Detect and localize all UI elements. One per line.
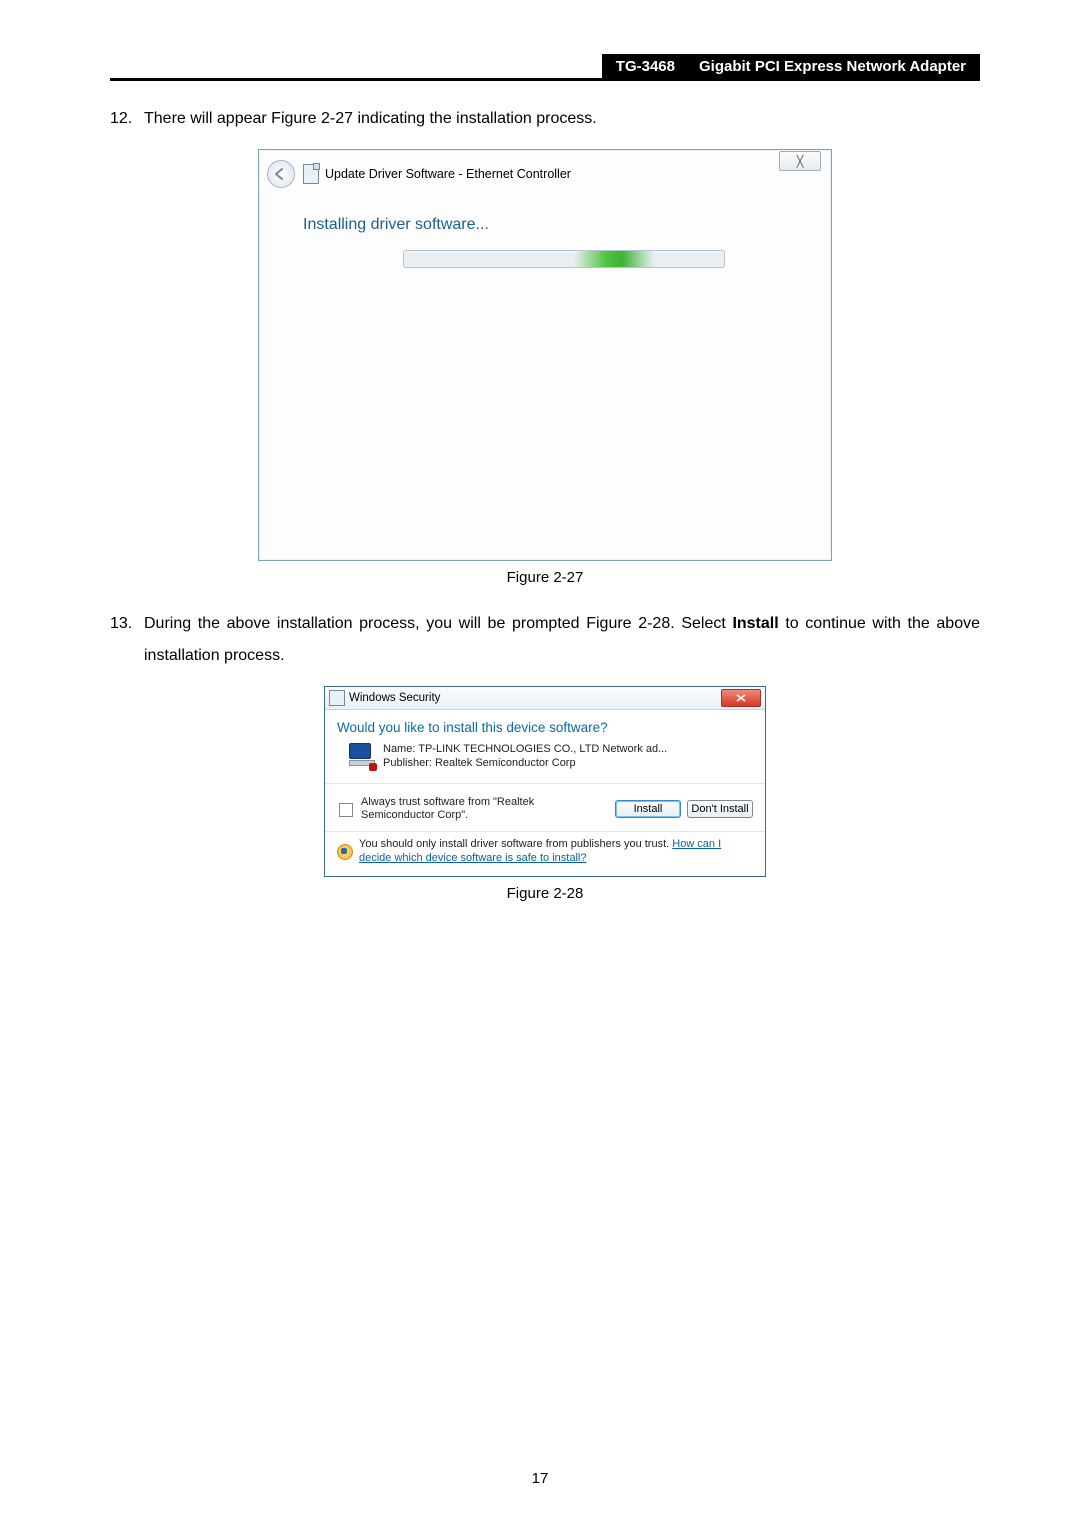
shield-icon [337, 844, 353, 860]
always-trust-checkbox[interactable] [339, 803, 353, 817]
step-number: 13. [110, 608, 144, 672]
device-name: Name: TP-LINK TECHNOLOGIES CO., LTD Netw… [383, 743, 667, 757]
header-model: TG-3468 [602, 54, 689, 78]
dialog-titlebar: Windows Security [325, 687, 765, 710]
device-publisher: Publisher: Realtek Semiconductor Corp [383, 757, 667, 771]
dialog-title: Update Driver Software - Ethernet Contro… [325, 167, 779, 181]
figure-caption-27: Figure 2-27 [110, 569, 980, 586]
security-footer-text: You should only install driver software … [359, 838, 753, 866]
step-text: During the above installation process, y… [144, 608, 980, 672]
step-12: 12. There will appear Figure 2-27 indica… [110, 103, 980, 135]
step-text-bold: Install [732, 615, 778, 632]
step-number: 12. [110, 103, 144, 135]
header-product: Gigabit PCI Express Network Adapter [689, 54, 980, 78]
step-13: 13. During the above installation proces… [110, 608, 980, 672]
back-button[interactable] [267, 160, 295, 188]
dialog-icon [303, 164, 319, 184]
update-driver-dialog: Update Driver Software - Ethernet Contro… [258, 149, 832, 561]
always-trust-label: Always trust software from "Realtek Semi… [361, 796, 615, 824]
progress-bar [403, 250, 725, 268]
figure-caption-28: Figure 2-28 [110, 885, 980, 902]
dont-install-button[interactable]: Don't Install [687, 800, 753, 818]
install-button[interactable]: Install [615, 800, 681, 818]
dialog-heading: Would you like to install this device so… [337, 720, 753, 735]
device-icon [349, 743, 375, 769]
security-footer-plain: You should only install driver software … [359, 838, 672, 850]
page-number: 17 [0, 1470, 1080, 1487]
dialog-heading: Installing driver software... [303, 216, 801, 234]
progress-bar-fill [574, 251, 654, 267]
close-button[interactable]: ╳ [779, 151, 821, 171]
close-button[interactable] [721, 689, 761, 707]
windows-security-dialog: Windows Security Would you like to insta… [324, 686, 766, 877]
step-text-before: During the above installation process, y… [144, 615, 732, 632]
dialog-title: Windows Security [349, 692, 721, 704]
system-icon [329, 690, 345, 706]
step-text: There will appear Figure 2-27 indicating… [144, 103, 980, 135]
page-header: TG-3468 Gigabit PCI Express Network Adap… [110, 54, 980, 81]
